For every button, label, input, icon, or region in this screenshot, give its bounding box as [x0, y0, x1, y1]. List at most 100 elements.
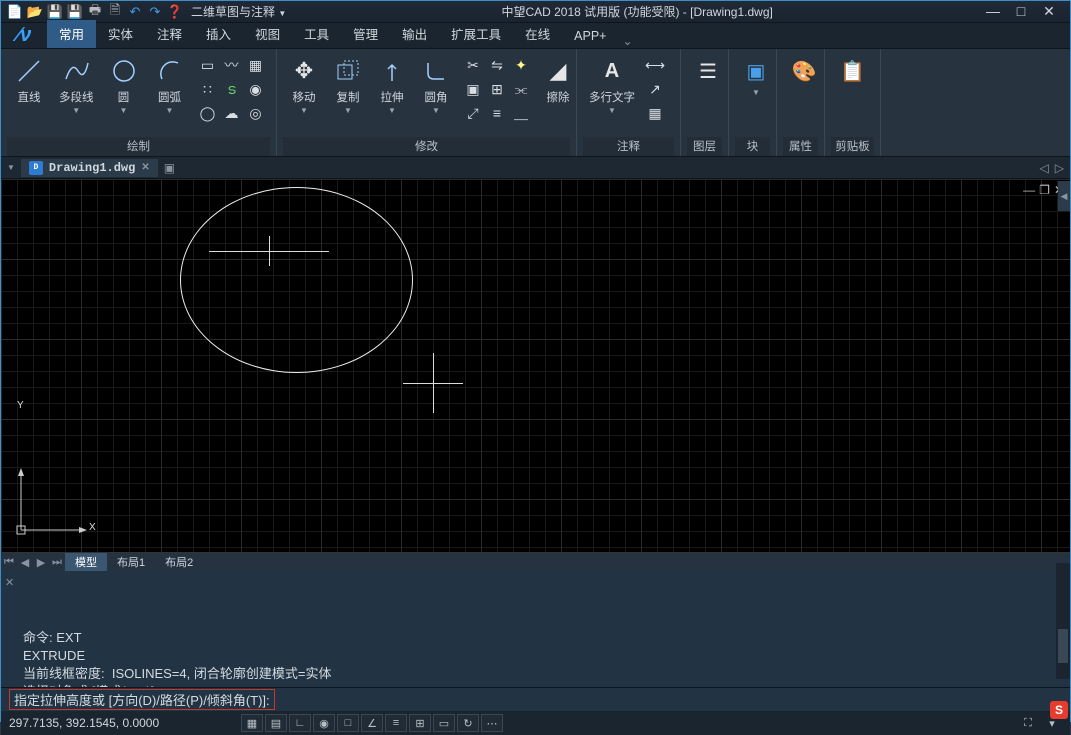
fillet-tool[interactable]: 圆角▼ — [415, 53, 457, 117]
modify-more-tools[interactable]: ✂ ⇋ ✦ ▣ ⊞ ⫘ ⤢ ≡ ⸏ — [459, 53, 535, 125]
drawing-circle[interactable] — [180, 187, 413, 373]
hatch-icon[interactable]: ▦ — [246, 55, 266, 75]
line-tool[interactable]: 直线 — [7, 53, 51, 107]
document-tab[interactable]: D Drawing1.dwg ✕ — [21, 159, 158, 177]
close-button[interactable]: ✕ — [1040, 3, 1058, 20]
circle-tool[interactable]: 圆▼ — [102, 53, 146, 117]
tab-tools[interactable]: 工具 — [292, 20, 341, 48]
layer-tool[interactable]: ☰ — [687, 53, 729, 89]
tab-home[interactable]: 常用 — [47, 20, 96, 48]
tab-manage[interactable]: 管理 — [341, 20, 390, 48]
new-file-icon[interactable]: 📄 — [7, 4, 23, 20]
sheet-prev[interactable]: ◀ — [17, 556, 33, 569]
close-tab-icon[interactable]: ✕ — [141, 162, 149, 174]
grid-toggle[interactable]: ▤ — [265, 714, 287, 732]
right-panel-toggle[interactable]: ◀ — [1058, 181, 1070, 211]
ribbon-minimize-icon[interactable]: ⌄ — [622, 34, 632, 48]
saveall-icon[interactable]: 💾 — [67, 4, 83, 20]
point-icon[interactable]: ∷ — [198, 79, 218, 99]
properties-tool[interactable]: 🎨 — [783, 53, 825, 89]
more-toggle[interactable]: ⋯ — [481, 714, 503, 732]
sheet-layout1[interactable]: 布局1 — [107, 553, 155, 571]
otrack-toggle[interactable]: ∠ — [361, 714, 383, 732]
sheet-next[interactable]: ▶ — [33, 556, 49, 569]
ime-indicator[interactable]: S — [1050, 701, 1068, 719]
align-icon[interactable]: ≡ — [487, 103, 507, 123]
erase-tool[interactable]: ◢ 擦除 — [537, 53, 579, 107]
command-line[interactable]: 指定拉伸高度或 [方向(D)/路径(P)/倾斜角(T)]: — [1, 687, 1070, 711]
trim-icon[interactable]: ✂ — [463, 55, 483, 75]
command-prompt: 指定拉伸高度或 [方向(D)/路径(P)/倾斜角(T)]: — [9, 689, 275, 710]
model-toggle[interactable]: ▭ — [433, 714, 455, 732]
mtext-tool[interactable]: A 多行文字▼ — [583, 53, 641, 117]
drawing-canvas[interactable]: — ❐ ✕ Y X — [1, 179, 1070, 553]
dyn-toggle[interactable]: ⊞ — [409, 714, 431, 732]
tab-ext[interactable]: 扩展工具 — [439, 20, 513, 48]
explode-icon[interactable]: ✦ — [511, 55, 531, 75]
offset-icon[interactable]: ▣ — [463, 79, 483, 99]
table-icon[interactable]: ▦ — [645, 103, 665, 123]
sheet-last[interactable]: ⏭ — [49, 556, 65, 569]
maximize-button[interactable]: □ — [1012, 3, 1030, 20]
polyline-tool[interactable]: 多段线▼ — [53, 53, 100, 117]
snap-toggle[interactable]: ▦ — [241, 714, 263, 732]
sheet-layout2[interactable]: 布局2 — [155, 553, 203, 571]
ortho-toggle[interactable]: ∟ — [289, 714, 311, 732]
new-tab-icon[interactable]: ▣ — [164, 161, 175, 175]
vp-restore-icon[interactable]: ❐ — [1039, 183, 1050, 197]
copy-tool[interactable]: 复制▼ — [327, 53, 369, 117]
panel-draw-label: 绘制 — [7, 137, 270, 156]
arc-tool[interactable]: 圆弧▼ — [148, 53, 192, 117]
osnap-toggle[interactable]: □ — [337, 714, 359, 732]
draw-more-tools[interactable]: ▭ 〰 ▦ ∷ ട ◉ ◯ ☁ ◎ — [194, 53, 270, 125]
doc-tab-next[interactable]: ▷ — [1055, 161, 1064, 175]
doc-tab-prev[interactable]: ◁ — [1040, 161, 1049, 175]
undo-icon[interactable]: ↶ — [127, 4, 143, 20]
mirror-icon[interactable]: ⇋ — [487, 55, 507, 75]
app-logo[interactable]: ∕ν — [1, 23, 47, 48]
move-tool[interactable]: ✥ 移动▼ — [283, 53, 325, 117]
cmd-close-icon[interactable]: ✕ — [5, 574, 14, 592]
tab-app[interactable]: APP+ — [562, 25, 618, 48]
donut-icon[interactable]: ◎ — [246, 103, 266, 123]
vp-minimize-icon[interactable]: — — [1023, 183, 1035, 197]
doc-tab-dropdown[interactable]: ▼ — [7, 163, 15, 172]
scale-icon[interactable]: ⤢ — [463, 103, 483, 123]
sheet-first[interactable]: ⏮ — [1, 556, 17, 569]
spline-icon[interactable]: 〰 — [222, 55, 242, 75]
save-icon[interactable]: 💾 — [47, 4, 63, 20]
rect-icon[interactable]: ▭ — [198, 55, 218, 75]
stretch-tool[interactable]: 拉伸▼ — [371, 53, 413, 117]
helix-icon[interactable]: ട — [222, 79, 242, 99]
redo-icon[interactable]: ↷ — [147, 4, 163, 20]
join-icon[interactable]: ⫘ — [511, 79, 531, 99]
polar-toggle[interactable]: ◉ — [313, 714, 335, 732]
lwt-toggle[interactable]: ≡ — [385, 714, 407, 732]
minimize-button[interactable]: — — [984, 3, 1002, 20]
help-icon[interactable]: ❓ — [167, 4, 183, 20]
array-icon[interactable]: ⊞ — [487, 79, 507, 99]
leader-icon[interactable]: ↗ — [645, 79, 665, 99]
clipboard-tool[interactable]: 📋 — [831, 53, 874, 89]
preview-icon[interactable]: 🗎 — [107, 4, 123, 20]
ellipse-icon[interactable]: ◯ — [198, 103, 218, 123]
command-input[interactable] — [277, 692, 1062, 707]
tab-annotate[interactable]: 注释 — [145, 20, 194, 48]
sheet-model[interactable]: 模型 — [65, 553, 107, 571]
region-icon[interactable]: ◉ — [246, 79, 266, 99]
revcloud-icon[interactable]: ☁ — [222, 103, 242, 123]
tab-view[interactable]: 视图 — [243, 20, 292, 48]
break-icon[interactable]: ⸏ — [511, 103, 531, 123]
print-icon[interactable]: 🖶 — [87, 4, 103, 20]
fullscreen-icon[interactable]: ⛶ — [1018, 714, 1038, 732]
tab-solid[interactable]: 实体 — [96, 20, 145, 48]
dim-icon[interactable]: ⟷ — [645, 55, 665, 75]
tab-output[interactable]: 输出 — [390, 20, 439, 48]
block-tool[interactable]: ▣▼ — [735, 53, 777, 99]
tab-insert[interactable]: 插入 — [194, 20, 243, 48]
cmd-scrollbar[interactable] — [1056, 563, 1070, 679]
tab-online[interactable]: 在线 — [513, 20, 562, 48]
cycling-toggle[interactable]: ↻ — [457, 714, 479, 732]
open-folder-icon[interactable]: 📂 — [27, 4, 43, 20]
workspace-selector[interactable]: 二维草图与注释 ▼ — [191, 3, 286, 20]
